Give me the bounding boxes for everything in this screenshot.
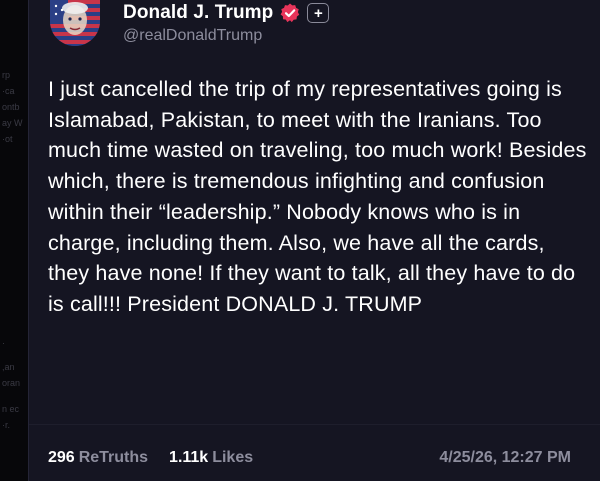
verified-badge-icon [280,3,300,23]
post-body-text: I just cancelled the trip of my represen… [48,77,587,316]
retruths-count: 296 [48,449,75,466]
post-card: Donald J. Trump + @realDonaldTrump I jus… [28,0,600,481]
author-handle[interactable]: @realDonaldTrump [123,27,262,45]
likes-stat[interactable]: 1.11k Likes [169,449,253,467]
retruths-stat[interactable]: 296 ReTruths [48,449,148,467]
likes-label: Likes [212,449,254,466]
author-name[interactable]: Donald J. Trump [123,2,273,24]
avatar-flag-portrait-icon [50,0,100,46]
avatar[interactable] [50,0,100,46]
likes-count: 1.11k [169,449,209,466]
post-timestamp[interactable]: 4/25/26, 12:27 PM [439,449,571,467]
post-stats: 296 ReTruths 1.11k Likes [48,449,274,467]
plus-badge-icon: + [307,3,330,23]
retruths-label: ReTruths [78,449,149,466]
screenshot-frame: rp ·ca ontb ay W ·ot · ,an oran n ec ·r. [0,0,600,481]
author-header: Donald J. Trump + [123,0,330,26]
footer-divider [29,424,600,425]
